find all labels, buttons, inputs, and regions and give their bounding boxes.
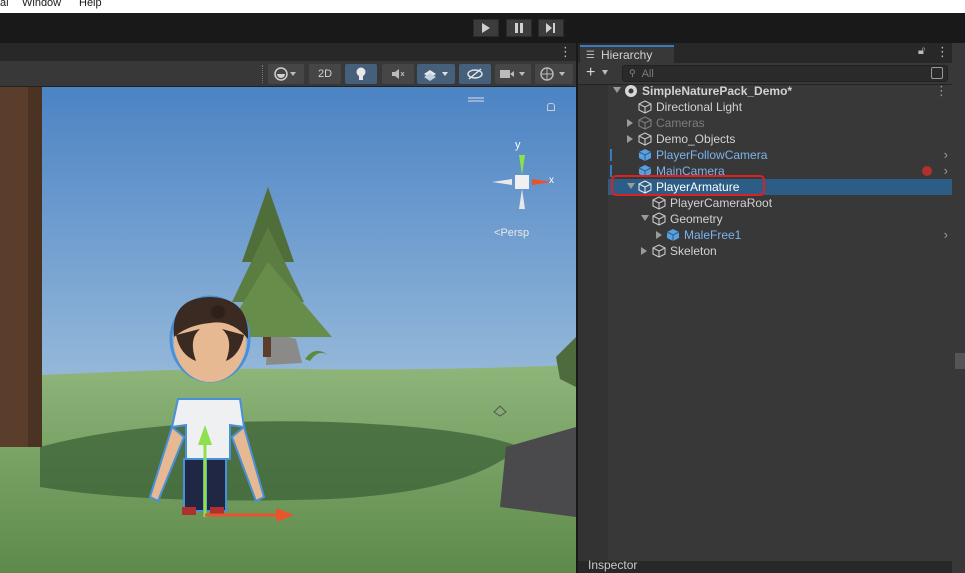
- hierarchy-item-demo-objects[interactable]: Demo_Objects: [578, 131, 952, 147]
- scene-toolbar: 2D: [0, 61, 576, 87]
- hierarchy-item-male-free1[interactable]: MaleFree1 ›: [578, 227, 952, 243]
- override-marker: [610, 149, 612, 161]
- play-toolbar: [0, 13, 965, 43]
- menu-bar: al Window Help: [0, 0, 965, 13]
- effects-dropdown[interactable]: [417, 64, 455, 84]
- hierarchy-item-scene[interactable]: SimpleNaturePack_Demo* ⋮: [578, 83, 952, 99]
- collapse-arrow-icon[interactable]: [641, 247, 647, 255]
- inspector-tab-bar: Inspector: [578, 558, 952, 573]
- override-marker: [610, 165, 612, 177]
- hierarchy-search-input[interactable]: ⚲ All: [622, 65, 948, 82]
- orientation-gizmo[interactable]: y x: [488, 139, 558, 221]
- hierarchy-panel: ☰ Hierarchy 🔓︎ ⋮ + ⚲ All SimpleNaturePac…: [576, 43, 952, 573]
- hierarchy-item-player-armature[interactable]: PlayerArmature: [578, 175, 952, 196]
- expand-arrow-icon[interactable]: [641, 215, 649, 221]
- gameobject-cube-icon: [638, 100, 652, 114]
- scene-view: ⋮ 2D y x <Persp: [0, 43, 576, 573]
- collapse-arrow-icon[interactable]: [656, 231, 662, 239]
- hierarchy-item-directional-light[interactable]: Directional Light: [578, 99, 952, 115]
- pause-button[interactable]: [506, 19, 532, 37]
- add-button[interactable]: +: [586, 64, 595, 82]
- camera-icon: [500, 70, 525, 78]
- lighting-toggle[interactable]: [345, 64, 377, 84]
- collapse-arrow-icon[interactable]: [627, 119, 633, 127]
- warning-bug-icon: [922, 166, 932, 176]
- eye-slash-icon: [467, 68, 483, 80]
- scene-menu-icon[interactable]: ⋮: [935, 83, 948, 99]
- chevron-right-icon[interactable]: ›: [944, 147, 948, 162]
- hierarchy-item-cameras[interactable]: Cameras: [578, 115, 952, 131]
- menu-item-tools[interactable]: al: [0, 0, 9, 9]
- hierarchy-item-player-follow-camera[interactable]: PlayerFollowCamera ›: [578, 147, 952, 163]
- step-icon: [546, 23, 555, 33]
- prefab-cube-icon: [638, 149, 652, 161]
- lock-icon[interactable]: [547, 103, 555, 111]
- hierarchy-item-player-camera-root[interactable]: PlayerCameraRoot: [578, 195, 952, 211]
- menu-item-window[interactable]: Window: [22, 0, 61, 9]
- search-options-icon[interactable]: [931, 67, 943, 79]
- scene-more-icon[interactable]: ⋮: [559, 44, 572, 60]
- list-icon: ☰: [586, 49, 595, 61]
- gizmo-x-label: x: [549, 175, 554, 186]
- gameobject-cube-icon: [638, 116, 652, 130]
- gameobject-cube-icon: [652, 196, 666, 210]
- camera-settings-dropdown[interactable]: [495, 64, 531, 84]
- gameobject-cube-icon: [652, 244, 666, 258]
- shading-sphere-icon: [274, 67, 296, 81]
- hidden-objects-toggle[interactable]: [459, 64, 491, 84]
- audio-toggle[interactable]: [382, 64, 414, 84]
- expand-arrow-icon[interactable]: [613, 87, 621, 93]
- hierarchy-tab-bar: ☰ Hierarchy 🔓︎ ⋮: [578, 43, 952, 63]
- audio-mute-icon: [392, 69, 405, 79]
- gameobject-cube-icon: [638, 132, 652, 146]
- hierarchy-search-row: + ⚲ All: [578, 63, 952, 85]
- step-button[interactable]: [538, 19, 564, 37]
- pause-icon: [515, 23, 523, 33]
- hierarchy-gutter: [578, 85, 608, 561]
- lightbulb-icon: [356, 67, 366, 80]
- collapse-arrow-icon[interactable]: [627, 135, 633, 143]
- gizmo-y-label: y: [515, 139, 521, 151]
- chevron-right-icon[interactable]: ›: [944, 163, 948, 178]
- search-icon: ⚲: [629, 68, 636, 78]
- chevron-right-icon[interactable]: ›: [944, 227, 948, 242]
- right-edge-panel: [952, 43, 965, 573]
- play-icon: [482, 23, 490, 33]
- hierarchy-item-geometry[interactable]: Geometry: [578, 211, 952, 227]
- projection-label[interactable]: <Persp: [494, 227, 529, 239]
- highlight-outline: [611, 175, 765, 196]
- gizmos-dropdown[interactable]: [535, 64, 573, 84]
- prefab-cube-icon: [666, 229, 680, 241]
- scene-viewport[interactable]: y x <Persp: [0, 87, 576, 573]
- unity-scene-icon: [625, 85, 637, 97]
- hierarchy-item-skeleton[interactable]: Skeleton: [578, 243, 952, 259]
- toolbar-grip: [262, 65, 264, 83]
- add-dropdown-icon[interactable]: [602, 70, 608, 75]
- lock-panel-icon[interactable]: 🔓︎: [918, 45, 925, 58]
- menu-item-help[interactable]: Help: [79, 0, 102, 9]
- gizmo-globe-icon: [540, 67, 565, 81]
- shading-mode-dropdown[interactable]: [268, 64, 304, 84]
- play-button[interactable]: [473, 19, 499, 37]
- axis-gizmo-icon: [492, 155, 552, 209]
- tab-hierarchy[interactable]: ☰ Hierarchy: [580, 45, 674, 63]
- hierarchy-list: SimpleNaturePack_Demo* ⋮ Directional Lig…: [578, 83, 952, 555]
- effects-layers-icon: [424, 70, 448, 81]
- scene-tab-bar: ⋮: [0, 43, 576, 61]
- panel-menu-icon[interactable]: ⋮: [936, 44, 949, 60]
- toggle-2d-button[interactable]: 2D: [309, 64, 341, 84]
- gameobject-cube-icon: [652, 212, 666, 226]
- tab-inspector[interactable]: Inspector: [588, 558, 637, 572]
- scrollbar-thumb[interactable]: [955, 353, 965, 369]
